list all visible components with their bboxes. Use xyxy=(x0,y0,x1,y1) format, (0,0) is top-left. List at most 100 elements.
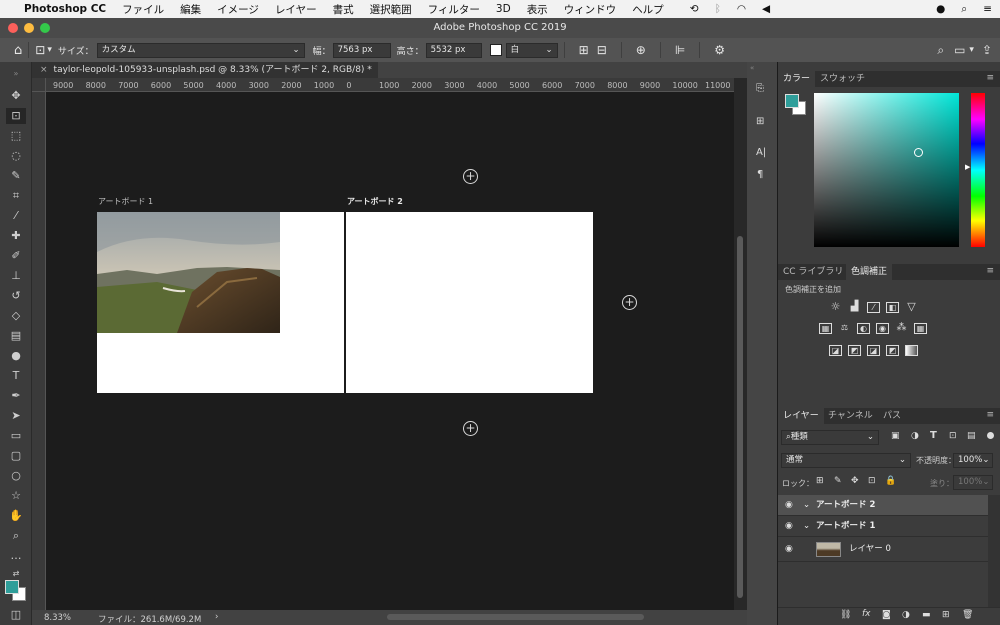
lock-artboard-icon[interactable]: ⊡ xyxy=(868,476,876,486)
color-field[interactable] xyxy=(814,93,959,247)
menu-app[interactable]: Photoshop CC xyxy=(16,3,114,15)
filter-type-icon[interactable]: T xyxy=(930,430,937,441)
artboard-2-label[interactable]: アートボード 2 xyxy=(347,196,403,207)
height-field[interactable]: 5532 px xyxy=(425,42,482,58)
tab-layers[interactable]: レイヤー xyxy=(778,408,824,424)
tab-adjustments[interactable]: 色調補正 xyxy=(846,264,893,280)
wifi-icon[interactable]: ◠ xyxy=(729,3,754,15)
levels-icon[interactable]: ▟ xyxy=(848,302,861,313)
tab-color[interactable]: カラー xyxy=(778,71,816,87)
add-artboard-bottom-icon[interactable]: + xyxy=(463,421,478,436)
tab-cc-libraries[interactable]: CC ライブラリ xyxy=(778,264,848,280)
brightness-contrast-icon[interactable]: ☼ xyxy=(829,301,842,313)
add-artboard-right-icon[interactable]: + xyxy=(622,295,637,310)
expand-chevron-icon[interactable]: ⌄ xyxy=(803,495,810,515)
user-icon[interactable]: ● xyxy=(928,3,953,15)
artboard-tool-icon[interactable]: ⊡ xyxy=(6,108,26,124)
selective-color-icon[interactable]: ◩ xyxy=(886,345,899,356)
link-layers-icon[interactable]: ⛓ xyxy=(840,610,851,620)
add-artboard-icon[interactable]: ⊕ xyxy=(636,43,646,57)
paragraph-panel-icon[interactable]: ¶ xyxy=(757,169,763,180)
share-icon[interactable]: ⇪ xyxy=(982,43,992,57)
history-brush-tool-icon[interactable]: ↺ xyxy=(6,288,26,304)
menu-type[interactable]: 書式 xyxy=(325,2,362,17)
filter-adjustment-icon[interactable]: ◑ xyxy=(911,431,919,441)
gradient-map-icon[interactable] xyxy=(905,345,918,356)
color-picker-marker[interactable] xyxy=(914,148,923,157)
hue-slider-pointer-icon[interactable]: ▶ xyxy=(965,163,970,171)
tab-swatches[interactable]: スウォッチ xyxy=(815,71,870,87)
menu-layer[interactable]: レイヤー xyxy=(267,2,325,17)
quick-select-tool-icon[interactable]: ✎ xyxy=(6,168,26,184)
volume-icon[interactable]: ◀ xyxy=(754,3,778,15)
tab-paths[interactable]: パス xyxy=(878,408,906,424)
new-group-icon[interactable]: ▬ xyxy=(922,610,931,620)
posterize-icon[interactable]: ◩ xyxy=(848,345,861,356)
menu-select[interactable]: 選択範囲 xyxy=(362,2,420,17)
collapse-strip-icon[interactable]: « xyxy=(750,64,754,72)
photo-filter-icon[interactable]: ◉ xyxy=(876,323,889,334)
add-artboard-top-icon[interactable]: + xyxy=(463,169,478,184)
exposure-icon[interactable]: ◧ xyxy=(886,302,899,313)
close-window-button[interactable] xyxy=(8,23,18,33)
foreground-color-swatch[interactable] xyxy=(5,580,19,594)
fill-field[interactable]: 100% ⌄ xyxy=(953,475,993,490)
spotlight-icon[interactable]: ⌕ xyxy=(953,3,975,16)
move-tool-icon[interactable]: ✥ xyxy=(6,88,26,104)
status-menu-chevron-icon[interactable]: › xyxy=(215,612,218,622)
new-adjustment-layer-icon[interactable]: ◑ xyxy=(902,610,910,620)
color-swatch[interactable] xyxy=(489,44,502,56)
layer-row-artboard-1[interactable]: ◉ ⌄ アートボード 1 xyxy=(778,516,988,537)
ellipse-tool-icon[interactable]: ○ xyxy=(6,468,26,484)
zoom-window-button[interactable] xyxy=(40,23,50,33)
menu-help[interactable]: ヘルプ xyxy=(624,2,672,17)
layer-mask-icon[interactable]: ◙ xyxy=(882,610,891,620)
color-fg-swatch[interactable] xyxy=(785,94,799,108)
zoom-tool-icon[interactable]: ⌕ xyxy=(6,528,26,544)
delete-layer-icon[interactable]: 🗑 xyxy=(962,610,973,620)
filter-pixel-icon[interactable]: ▣ xyxy=(891,431,900,441)
layer-style-icon[interactable]: fx xyxy=(862,609,871,619)
filter-toggle[interactable] xyxy=(987,432,994,439)
more-tools-icon[interactable]: … xyxy=(6,548,26,564)
channel-mixer-icon[interactable]: ⁂ xyxy=(895,323,908,334)
menu-window[interactable]: ウィンドウ xyxy=(556,2,625,17)
home-icon[interactable]: ⌂ xyxy=(14,43,22,58)
eraser-tool-icon[interactable]: ◇ xyxy=(6,308,26,324)
align-icon[interactable]: ⊫ xyxy=(675,43,685,57)
menu-file[interactable]: ファイル xyxy=(114,2,172,17)
artboard-from-layers-icon[interactable]: ⊟ xyxy=(597,43,607,57)
layer-row-layer-0[interactable]: ◉ レイヤー 0 xyxy=(778,537,988,562)
clone-stamp-tool-icon[interactable]: ⊥ xyxy=(6,268,26,284)
gradient-tool-icon[interactable]: ▤ xyxy=(6,328,26,344)
curves-icon[interactable]: ⁄ xyxy=(867,302,880,313)
blend-mode-select[interactable]: 通常 ⌄ xyxy=(781,453,911,468)
tab-channels[interactable]: チャンネル xyxy=(823,408,878,424)
custom-shape-tool-icon[interactable]: ☆ xyxy=(6,488,26,504)
hand-tool-icon[interactable]: ✋ xyxy=(6,508,26,524)
horizontal-scroll-thumb[interactable] xyxy=(387,614,644,620)
time-machine-icon[interactable]: ⟲ xyxy=(682,3,707,15)
toolbar-collapse-icon[interactable]: » xyxy=(6,66,26,82)
blur-tool-icon[interactable]: ● xyxy=(6,348,26,364)
ruler-origin[interactable] xyxy=(32,78,46,92)
new-layer-icon[interactable]: ⊞ xyxy=(942,610,950,620)
layer-filter-select[interactable]: ⌕種類 ⌄ xyxy=(781,430,879,445)
close-tab-icon[interactable]: × xyxy=(40,65,48,75)
quick-mask-icon[interactable]: ◫ xyxy=(6,607,26,623)
menu-image[interactable]: イメージ xyxy=(209,2,267,17)
workspace-chevron-icon[interactable]: ▾ xyxy=(969,45,974,55)
black-white-icon[interactable]: ◐ xyxy=(857,323,870,334)
document-tab[interactable]: × taylor-leopold-105933-unsplash.psd @ 8.… xyxy=(32,62,378,78)
vertical-scrollbar[interactable] xyxy=(734,78,747,610)
menu-filter[interactable]: フィルター xyxy=(420,2,488,17)
artboard-2[interactable] xyxy=(346,212,593,393)
visibility-eye-icon[interactable]: ◉ xyxy=(785,495,793,515)
artboard-1[interactable] xyxy=(97,212,344,393)
bluetooth-icon[interactable]: ᛒ xyxy=(707,3,729,15)
workspace-icon[interactable]: ▭ xyxy=(954,43,965,57)
lock-transparent-icon[interactable]: ⊞ xyxy=(816,476,824,486)
threshold-icon[interactable]: ◪ xyxy=(867,345,880,356)
brush-tool-icon[interactable]: ✐ xyxy=(6,248,26,264)
color-balance-icon[interactable]: ⚖ xyxy=(838,323,851,334)
